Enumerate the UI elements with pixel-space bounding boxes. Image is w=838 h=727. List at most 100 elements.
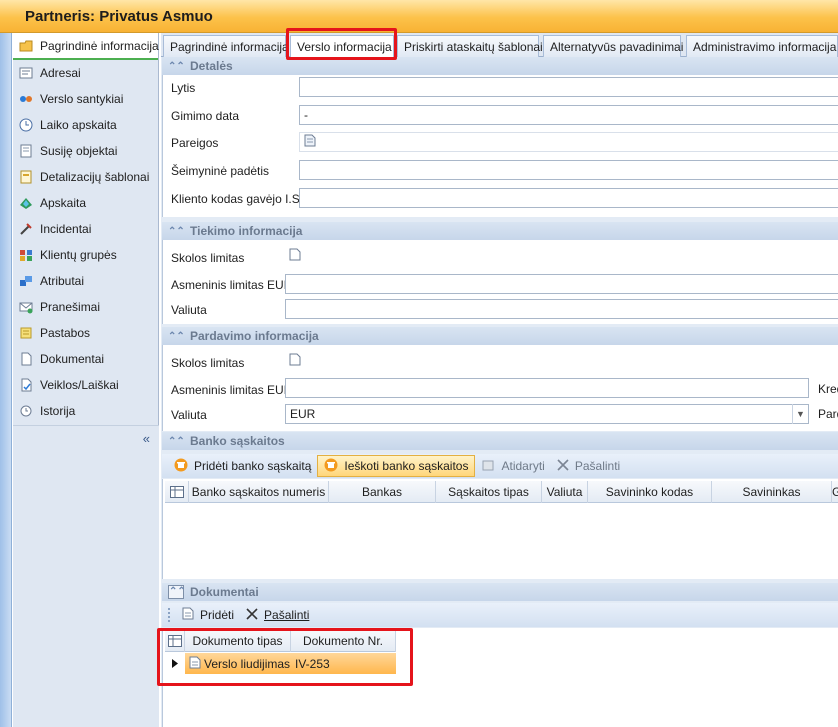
document-number-cell[interactable]: IV-253 (291, 653, 396, 674)
tab-report-templates[interactable]: Priskirti ataskaitų šablonai (397, 35, 543, 57)
section-title: Dokumentai (190, 585, 259, 599)
documents-grid-header: Dokumento tipas Dokumento Nr. (165, 630, 396, 652)
sidebar-item-history[interactable]: Istorija (13, 398, 158, 424)
sidebar-item-messages[interactable]: Pranešimai (13, 294, 158, 320)
sidebar-item-label: Detalizacijų šablonai (40, 170, 150, 184)
tab-admin-info[interactable]: Administravimo informacija (686, 35, 838, 57)
sidebar-item-notes[interactable]: Pastabos (13, 320, 158, 346)
section-title: Pardavimo informacija (190, 329, 319, 343)
close-icon (557, 458, 569, 474)
column-header[interactable]: Sąskaitos tipas (436, 481, 542, 503)
bank-toolbar: Pridėti banko sąskaitą Ieškoti banko sąs… (162, 454, 838, 478)
documents-grid: Dokumento tipas Dokumento Nr. Verslo liu… (162, 628, 838, 727)
sidebar-item-detail-templates[interactable]: Detalizacijų šablonai (13, 164, 158, 190)
collapse-chevron-icon[interactable]: ⌃⌃ (168, 331, 185, 342)
remove-document-button[interactable]: Pašalinti (240, 604, 315, 626)
memo-icon[interactable] (289, 248, 301, 264)
column-header[interactable]: G (832, 481, 838, 503)
collapse-chevron-icon[interactable]: ⌃⌃ (168, 226, 185, 237)
family-status-label: Šeimyninė padėtis (171, 164, 270, 178)
gender-field[interactable] (299, 77, 838, 97)
sidebar-collapse-icon[interactable]: « (143, 431, 150, 446)
history-icon (19, 404, 33, 418)
bank-grid: Banko sąskaitos numeris Bankas Sąskaitos… (162, 479, 838, 579)
sidebar-item-business-relations[interactable]: Verslo santykiai (13, 86, 158, 112)
supply-body: Skolos limitas Asmeninis limitas EUR Val… (162, 240, 838, 324)
column-header[interactable]: Banko sąskaitos numeris (189, 481, 329, 503)
family-status-field[interactable] (299, 160, 838, 180)
collapse-chevron-icon[interactable]: ⌃⌃ (168, 585, 186, 599)
section-title: Detalės (190, 59, 233, 73)
tab-business-info[interactable]: Verslo informacija (290, 35, 394, 58)
sidebar-item-label: Pranešimai (40, 300, 101, 314)
add-bank-account-button[interactable]: Pridėti banko sąskaitą (168, 455, 317, 477)
sidebar-empty-area (13, 426, 159, 727)
bank-grid-header: Banko sąskaitos numeris Bankas Sąskaitos… (165, 481, 838, 503)
sidebar-item-main-info[interactable]: Pagrindinė informacija (13, 33, 159, 60)
client-code-field[interactable] (299, 188, 838, 208)
sidebar-item-label: Istorija (40, 404, 76, 418)
section-header-details[interactable]: ⌃⌃ Detalės (162, 57, 838, 75)
tab-alternative-names[interactable]: Alternatyvūs pavadinimai (543, 35, 683, 57)
column-header[interactable]: Bankas (329, 481, 436, 503)
collapse-chevron-icon[interactable]: ⌃⌃ (168, 436, 185, 447)
supply-debt-limit-field[interactable] (285, 246, 838, 266)
column-header[interactable]: Dokumento Nr. (291, 630, 396, 652)
column-header[interactable]: Savininkas (712, 481, 832, 503)
memo-icon[interactable] (304, 134, 316, 150)
messages-icon (19, 300, 33, 314)
sidebar-item-attributes[interactable]: Atributai (13, 268, 158, 294)
search-bank-account-button[interactable]: Ieškoti banko sąskaitos (317, 455, 476, 477)
document-number-value: IV-253 (295, 656, 330, 671)
add-bank-account-label: Pridėti banko sąskaitą (194, 459, 312, 473)
section-title: Banko sąskaitos (190, 434, 285, 448)
memo-icon[interactable] (289, 353, 301, 369)
sales-debt-limit-field[interactable] (285, 351, 838, 371)
add-document-label: Pridėti (200, 608, 235, 622)
sidebar-item-documents[interactable]: Dokumentai (13, 346, 158, 372)
toolbar-grip[interactable] (168, 608, 172, 622)
column-header[interactable]: Valiuta (542, 481, 588, 503)
supply-debt-limit-label: Skolos limitas (171, 251, 245, 265)
remove-bank-account-button[interactable]: Pašalinti (551, 455, 626, 477)
dropdown-arrow-icon[interactable]: ▼ (792, 404, 808, 424)
documents-toolbar: Pridėti Pašalinti (162, 603, 838, 627)
sales-label: Pard (818, 407, 838, 421)
birthdate-field[interactable]: - (299, 105, 838, 125)
bank-icon (174, 458, 188, 475)
section-header-sales[interactable]: ⌃⌃ Pardavimo informacija (162, 327, 838, 345)
table-row[interactable]: Verslo liudijimas IV-253 (165, 653, 396, 674)
add-document-button[interactable]: Pridėti (176, 604, 240, 626)
row-indicator-icon (165, 653, 185, 674)
tab-main-info[interactable]: Pagrindinė informacija (163, 35, 289, 57)
sidebar-item-client-groups[interactable]: Klientų grupės (13, 242, 158, 268)
sales-currency-select[interactable]: EUR (285, 404, 809, 424)
sidebar-item-time-tracking[interactable]: Laiko apskaita (13, 112, 158, 138)
sidebar-item-incidents[interactable]: Incidentai (13, 216, 158, 242)
positions-field[interactable] (299, 132, 838, 152)
grid-layout-icon[interactable] (165, 481, 189, 503)
document-type-cell[interactable]: Verslo liudijimas (185, 653, 291, 674)
column-header[interactable]: Dokumento tipas (185, 630, 291, 652)
birthdate-value: - (304, 108, 308, 122)
section-header-supply[interactable]: ⌃⌃ Tiekimo informacija (162, 222, 838, 240)
sidebar-item-addresses[interactable]: Adresai (13, 60, 158, 86)
sales-personal-limit-field[interactable] (285, 378, 809, 398)
collapse-chevron-icon[interactable]: ⌃⌃ (168, 61, 185, 72)
supply-personal-limit-field[interactable] (285, 274, 838, 294)
section-title: Tiekimo informacija (190, 224, 303, 238)
section-header-documents[interactable]: ⌃⌃ Dokumentai (162, 583, 838, 601)
open-button[interactable]: Atidaryti (475, 455, 550, 477)
section-header-bank-accounts[interactable]: ⌃⌃ Banko sąskaitos (162, 432, 838, 450)
sidebar-item-linked-objects[interactable]: Susiję objektai (13, 138, 158, 164)
clock-icon (19, 118, 33, 132)
sidebar-item-accounting[interactable]: Apskaita (13, 190, 158, 216)
document-type-value: Verslo liudijimas (204, 656, 291, 671)
credit-label: Kred (818, 382, 838, 396)
column-header[interactable]: Savininko kodas (588, 481, 712, 503)
sidebar-item-activities-letters[interactable]: Veiklos/Laiškai (13, 372, 158, 398)
supply-currency-field[interactable] (285, 299, 838, 319)
incident-icon (19, 222, 33, 236)
birthdate-label: Gimimo data (171, 109, 240, 123)
grid-layout-icon[interactable] (165, 630, 185, 652)
